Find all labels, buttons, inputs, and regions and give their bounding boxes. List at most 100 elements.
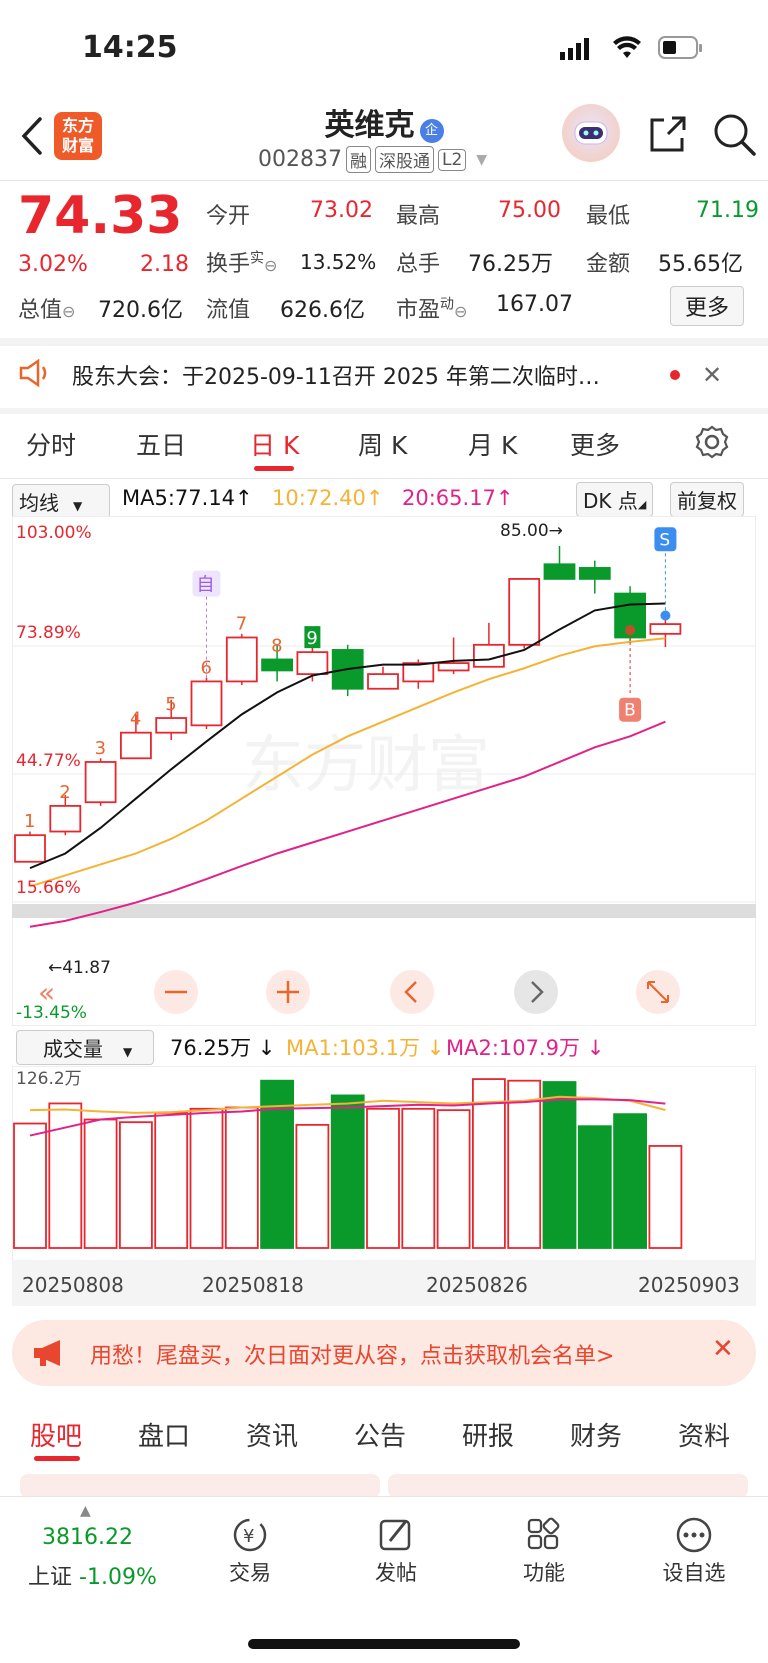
notice-bar[interactable]: 股东大会：于2025-09-11召开 2025 年第二次临时… ✕ — [0, 342, 768, 408]
candle-body — [155, 717, 188, 734]
amount-label: 金额 — [586, 252, 631, 277]
turnover-label-text: 换手 — [206, 252, 251, 277]
tab-weekly-k[interactable]: 周 K — [358, 426, 407, 462]
home-indicator — [248, 1639, 520, 1649]
volume-select[interactable]: 成交量 ▼ — [16, 1030, 154, 1065]
low-label: 最低 — [586, 204, 631, 229]
tab-profile[interactable]: 资料 — [678, 1416, 730, 1453]
close-icon[interactable]: ✕ — [702, 361, 722, 389]
vol-ma1-value: MA1:103.1万 — [286, 1036, 421, 1060]
sell-signal-label: S — [659, 530, 670, 550]
tab-news[interactable]: 资讯 — [246, 1416, 298, 1453]
vol-value: 76.25万 — [170, 1036, 252, 1060]
adjust-button[interactable]: 前复权 — [670, 482, 744, 517]
td-sequence-label: 2 — [59, 782, 70, 803]
settings-icon[interactable] — [694, 424, 730, 464]
candle-body — [261, 658, 294, 672]
candlestick-chart[interactable]: 东方财富 12345678 9自SB 103.00% 73.89% 44.77% … — [12, 516, 756, 1026]
tab-finance[interactable]: 财务 — [570, 1416, 622, 1453]
nav-functions-label: 功能 — [523, 1561, 565, 1585]
volume-label: 总手 — [396, 252, 441, 277]
tag-level2: L2 — [437, 148, 467, 171]
volume-chart[interactable]: 126.2万 20250808 20250818 20250826 202509… — [12, 1066, 756, 1306]
pe-sup: 动 — [440, 296, 455, 313]
fullscreen-icon[interactable] — [636, 970, 680, 1014]
volume-bar — [577, 1125, 612, 1249]
tab-five-day[interactable]: 五日 — [136, 426, 186, 462]
notice-text: 股东大会：于2025-09-11召开 2025 年第二次临时… — [72, 365, 600, 390]
tab-intraday[interactable]: 分时 — [26, 426, 76, 462]
nav-watchlist[interactable]: 设自选 — [644, 1515, 744, 1587]
candle-body — [402, 662, 435, 683]
volume-bar — [119, 1121, 153, 1249]
share-icon[interactable] — [646, 112, 690, 160]
scroll-right-icon[interactable] — [514, 970, 558, 1014]
turnover-sup: 实 — [250, 250, 265, 267]
candle-body — [543, 563, 576, 580]
fast-back-icon[interactable]: « — [38, 976, 55, 1009]
volume-bar — [154, 1111, 189, 1249]
info-icon[interactable]: ⊖ — [62, 302, 75, 321]
stock-name: 英维克 — [324, 108, 415, 143]
low-marker: ←41.87 — [48, 958, 111, 978]
dk-button[interactable]: DK 点◢ — [576, 482, 654, 517]
nav-trade[interactable]: ¥ 交易 — [200, 1515, 300, 1587]
chevron-down-icon: ▼ — [123, 1045, 133, 1059]
tab-pankou[interactable]: 盘口 — [138, 1416, 190, 1453]
ma-select[interactable]: 均线 ▼ — [12, 484, 110, 519]
robot-avatar-icon[interactable] — [562, 104, 620, 162]
volume-bar — [224, 1106, 259, 1249]
ma-select-label: 均线 — [19, 491, 59, 515]
candle-body — [84, 761, 117, 804]
promo-banner[interactable]: 用愁！尾盘买，次日面对更从容，点击获取机会名单> ✕ — [12, 1320, 756, 1386]
y-label-top: 103.00% — [16, 523, 92, 543]
index-value[interactable]: 3816.22 — [42, 1525, 133, 1550]
info-icon[interactable]: ⊖ — [454, 302, 467, 321]
low-value: 71.19 — [696, 198, 759, 223]
unread-dot — [670, 370, 680, 380]
close-icon[interactable]: ✕ — [712, 1334, 734, 1364]
td-sequence-label: 8 — [271, 635, 282, 656]
grid-icon — [494, 1515, 594, 1557]
period-tabs: 分时 五日 日 K 周 K 月 K 更多 — [0, 410, 768, 480]
pe-label-text: 市盈 — [396, 298, 441, 323]
mktcap-label-text: 总值 — [18, 298, 63, 323]
tab-daily-k[interactable]: 日 K — [250, 426, 299, 462]
chevron-down-icon[interactable]: ▼ — [476, 152, 487, 168]
td-sequence-label: 3 — [95, 738, 106, 759]
y-label-mid2: 44.77% — [16, 751, 81, 771]
tab-more[interactable]: 更多 — [570, 426, 620, 462]
tab-research[interactable]: 研报 — [462, 1416, 514, 1453]
high-label: 最高 — [396, 204, 441, 229]
search-icon[interactable] — [712, 112, 758, 162]
promo-text: 用愁！尾盘买，次日面对更从容，点击获取机会名单> — [90, 1344, 615, 1369]
ma10-value: 10:72.40 — [272, 486, 366, 510]
volume-bar — [83, 1118, 118, 1249]
tab-guba[interactable]: 股吧 — [30, 1416, 82, 1453]
nav-post[interactable]: 发帖 — [346, 1515, 446, 1587]
zoom-in-icon[interactable] — [266, 970, 310, 1014]
pe-label: 市盈动⊖ — [396, 292, 467, 324]
vol-ma1-readout: MA1:103.1万 ↓ — [286, 1036, 445, 1060]
scroll-left-icon[interactable] — [390, 970, 434, 1014]
tab-announcements[interactable]: 公告 — [354, 1416, 406, 1453]
zoom-out-icon[interactable] — [154, 970, 198, 1014]
volume-value: 76.25万 — [468, 252, 553, 277]
high-value: 75.00 — [498, 198, 561, 223]
buy-signal-label: B — [624, 701, 636, 721]
info-icon[interactable]: ⊖ — [264, 256, 277, 275]
index-line[interactable]: 上证 -1.09% — [28, 1559, 157, 1591]
y-label-mid3: 15.66% — [16, 878, 81, 898]
tab-monthly-k[interactable]: 月 K — [468, 426, 517, 462]
more-button[interactable]: 更多 — [670, 286, 745, 326]
candle-body — [190, 680, 223, 727]
candle-body — [578, 567, 611, 580]
nav-trade-label: 交易 — [229, 1561, 271, 1585]
change-percent: 3.02% — [18, 252, 88, 277]
candle-body — [437, 662, 470, 672]
nav-functions[interactable]: 功能 — [494, 1515, 594, 1587]
float-label: 流值 — [206, 298, 251, 323]
td-sequence-label: 5 — [165, 694, 176, 715]
tag-margin: 融 — [345, 146, 371, 173]
active-tab-indicator — [254, 466, 294, 471]
